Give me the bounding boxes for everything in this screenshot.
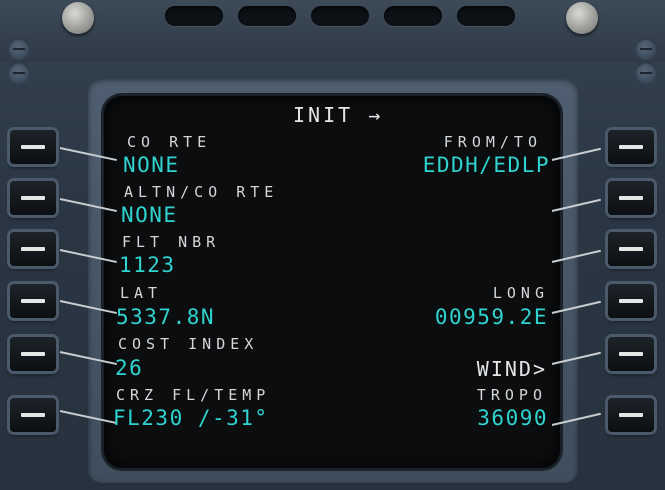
- lsk-5l-button[interactable]: [10, 337, 56, 371]
- lsk-4r-button[interactable]: [608, 284, 654, 318]
- crz-fl-temp-label: CRZ FL/TEMP: [116, 386, 271, 404]
- lsk-1r-button[interactable]: [608, 130, 654, 164]
- screw-icon: [635, 62, 657, 84]
- dash-icon: [21, 247, 45, 251]
- top-indicator-slot-2: [238, 6, 296, 26]
- dash-icon: [21, 413, 45, 417]
- screw-icon: [8, 38, 30, 60]
- co-rte-label: CO RTE: [127, 133, 212, 151]
- top-indicator-slot-4: [384, 6, 442, 26]
- lsk-6r-button[interactable]: [608, 398, 654, 432]
- lsk-1l-button[interactable]: [10, 130, 56, 164]
- tropo-label: TROPO: [476, 386, 547, 404]
- from-to-label: FROM/TO: [443, 133, 542, 151]
- cost-index-value: 26: [115, 356, 144, 380]
- dash-icon: [619, 299, 643, 303]
- dash-icon: [619, 247, 643, 251]
- lsk-3r-button[interactable]: [608, 232, 654, 266]
- lat-label: LAT: [120, 284, 163, 302]
- long-label: LONG: [492, 284, 549, 302]
- co-rte-value: NONE: [123, 153, 180, 177]
- long-value: 00959.2E: [434, 305, 548, 329]
- lsk-5r-button[interactable]: [608, 337, 654, 371]
- cost-index-label: COST INDEX: [118, 335, 259, 353]
- dash-icon: [21, 145, 45, 149]
- dash-icon: [619, 196, 643, 200]
- left-brightness-knob-icon[interactable]: [62, 2, 94, 34]
- dash-icon: [21, 196, 45, 200]
- top-indicator-slot-5: [457, 6, 515, 26]
- lsk-6l-button[interactable]: [10, 398, 56, 432]
- lsk-2l-button[interactable]: [10, 181, 56, 215]
- screw-icon: [635, 38, 657, 60]
- altn-co-rte-label: ALTN/CO RTE: [124, 183, 279, 201]
- wind-prompt[interactable]: WIND>: [477, 359, 547, 379]
- dash-icon: [21, 352, 45, 356]
- right-brightness-knob-icon[interactable]: [566, 2, 598, 34]
- dash-icon: [619, 413, 643, 417]
- page-title: INIT →: [293, 103, 384, 127]
- lsk-2r-button[interactable]: [608, 181, 654, 215]
- lsk-3l-button[interactable]: [10, 232, 56, 266]
- dash-icon: [619, 145, 643, 149]
- lat-value: 5337.8N: [116, 305, 216, 329]
- flt-nbr-value: 1123: [119, 253, 176, 277]
- dash-icon: [21, 299, 45, 303]
- altn-co-rte-value: NONE: [121, 203, 178, 227]
- lsk-4l-button[interactable]: [10, 284, 56, 318]
- flt-nbr-label: FLT NBR: [122, 233, 221, 251]
- tropo-value: 36090: [477, 406, 548, 430]
- top-indicator-slot-3: [311, 6, 369, 26]
- dash-icon: [619, 352, 643, 356]
- screw-icon: [8, 62, 30, 84]
- crz-fl-temp-value: FL230 /-31°: [113, 406, 269, 430]
- from-to-value: EDDH/EDLP: [422, 153, 550, 177]
- top-indicator-slot-1: [165, 6, 223, 26]
